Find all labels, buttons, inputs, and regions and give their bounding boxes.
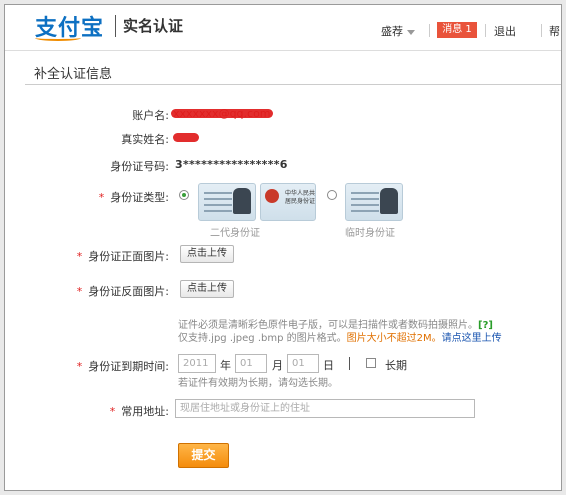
card-photo	[233, 188, 251, 214]
logout-link[interactable]: 退出	[494, 23, 516, 39]
logo-swoosh	[35, 35, 81, 41]
card-title: 中华人民共和国 居民身份证	[285, 190, 316, 205]
idtype-caption-temporary: 临时身份证	[345, 228, 395, 239]
temporary-card	[345, 183, 403, 221]
chevron-down-icon	[407, 29, 415, 35]
redaction-scribble	[173, 133, 199, 142]
national-emblem-icon	[265, 189, 279, 203]
expiry-year-input[interactable]: 2011	[178, 354, 216, 373]
idtype-label-text: 身份证类型:	[110, 191, 169, 204]
messages-label: 消息	[442, 24, 463, 35]
help-icon[interactable]: [?]	[478, 320, 493, 331]
messages-count: 1	[465, 24, 472, 35]
card-text-lines	[351, 192, 379, 194]
longterm-checkbox[interactable]	[366, 358, 376, 368]
year-unit: 年	[220, 359, 231, 372]
back-image-label-text: 身份证反面图片:	[88, 285, 169, 298]
header-divider	[5, 50, 561, 51]
required-asterisk: *	[98, 191, 105, 204]
user-menu[interactable]: 盛荐	[381, 23, 415, 39]
card-text-lines	[204, 192, 232, 194]
page-frame: 支付宝 实名认证 盛荐 消息 1 退出 帮 补全认证信息 账户名: xxxxxx…	[4, 4, 562, 491]
logo-divider	[115, 15, 116, 37]
redaction-scribble	[171, 109, 273, 118]
address-label: * 常用地址:	[89, 403, 169, 419]
idtype-caption-second-gen: 二代身份证	[210, 228, 260, 239]
required-asterisk: *	[109, 405, 116, 418]
idtype-label: * 身份证类型:	[89, 189, 169, 205]
idnum-label: 身份证号码:	[110, 160, 169, 173]
required-asterisk: *	[76, 250, 83, 263]
nav-divider	[541, 24, 542, 37]
upload-hint-line1: 证件必须是清晰彩色原件电子版，可以是扫描件或者数码拍摄照片。[?]	[178, 319, 493, 332]
help-link[interactable]: 帮	[549, 23, 560, 39]
upload-hint-text: 证件必须是清晰彩色原件电子版，可以是扫描件或者数码拍摄照片。	[178, 320, 478, 331]
user-name: 盛荐	[381, 25, 403, 38]
size-limit-text: 图片大小不超过2M。	[346, 333, 442, 344]
back-image-label: * 身份证反面图片:	[69, 283, 169, 299]
address-input[interactable]: 现居住地址或身份证上的住址	[175, 399, 475, 418]
expiry-day-input[interactable]: 01	[287, 354, 319, 373]
separator	[349, 357, 350, 370]
nav-divider	[485, 24, 486, 37]
expiry-month-input[interactable]: 01	[235, 354, 267, 373]
idnum-value: 3****************6	[175, 158, 288, 171]
front-image-label: * 身份证正面图片:	[69, 248, 169, 264]
nav-divider	[429, 24, 430, 37]
second-gen-card-back	[198, 183, 256, 221]
required-asterisk: *	[76, 285, 83, 298]
idtype-radio-temporary[interactable]	[327, 190, 337, 200]
upload-back-button[interactable]: 点击上传	[180, 280, 234, 298]
longterm-label: 长期	[385, 359, 407, 372]
upload-hint-line2: 仅支持.jpg .jpeg .bmp 的图片格式。图片大小不超过2M。请点这里上…	[178, 332, 502, 345]
required-asterisk: *	[76, 360, 83, 373]
header: 支付宝 实名认证 盛荐 消息 1 退出 帮	[5, 5, 561, 51]
upload-front-button[interactable]: 点击上传	[180, 245, 234, 263]
section-divider	[25, 84, 561, 85]
idtype-radio-second-gen[interactable]	[179, 190, 189, 200]
format-hint-text: 仅支持.jpg .jpeg .bmp 的图片格式。	[178, 333, 347, 344]
expiry-hint: 若证件有效期为长期，请勾选长期。	[178, 378, 338, 389]
month-unit: 月	[272, 359, 283, 372]
card-photo	[380, 188, 398, 214]
expiry-label-text: 身份证到期时间:	[88, 360, 169, 373]
page-title: 实名认证	[123, 17, 184, 35]
second-gen-card-front: 中华人民共和国 居民身份证	[260, 183, 316, 221]
front-image-label-text: 身份证正面图片:	[88, 250, 169, 263]
realname-label: 真实姓名:	[121, 133, 169, 146]
address-label-text: 常用地址:	[121, 405, 169, 418]
day-unit: 日	[323, 359, 334, 372]
account-label: 账户名:	[132, 109, 169, 122]
messages-button[interactable]: 消息 1	[437, 22, 477, 38]
section-title: 补全认证信息	[34, 67, 113, 82]
submit-button[interactable]: 提交	[178, 443, 229, 468]
expiry-label: * 身份证到期时间:	[69, 358, 169, 374]
upload-here-link[interactable]: 请点这里上传	[442, 333, 502, 344]
